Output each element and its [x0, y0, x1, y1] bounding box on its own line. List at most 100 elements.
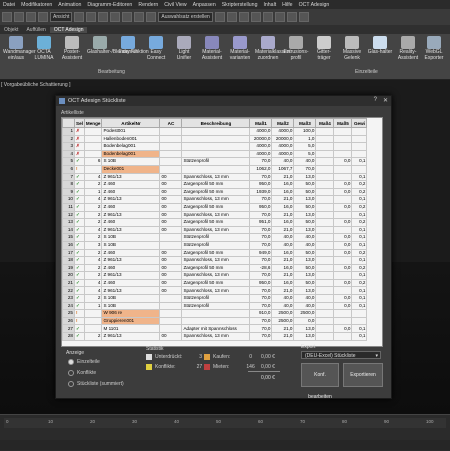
select-icon[interactable] [74, 12, 85, 22]
table-row[interactable]: 24 ✓ 1 S 10B Stützenprofil 70,0 40,0 40,0 0,0 0,1 [62, 301, 368, 311]
ok-icon[interactable]: ✓ [76, 182, 80, 187]
rotate-icon[interactable] [98, 12, 109, 22]
ribbon-button[interactable]: Extrusions-profil [283, 36, 309, 61]
konf-bearbeiten-button[interactable]: Konf. bearbeiten [301, 363, 339, 400]
material-editor-icon[interactable] [262, 12, 273, 22]
ok-icon[interactable]: ✓ [76, 333, 80, 338]
column-header[interactable]: AC [159, 118, 183, 128]
column-header[interactable] [62, 118, 75, 128]
ok-icon[interactable]: ✓ [76, 204, 80, 209]
column-header[interactable]: Menge [83, 118, 103, 128]
warning-icon[interactable]: ! [76, 166, 78, 171]
angle-snap-icon[interactable] [134, 12, 145, 22]
ribbon-tab[interactable]: Objekt [0, 27, 22, 33]
ok-icon[interactable]: ✓ [76, 235, 80, 240]
link-icon[interactable] [26, 12, 36, 22]
menu-item[interactable]: Civil View [161, 2, 189, 8]
radio-einzelteile[interactable]: Einzelteile [68, 359, 100, 365]
ok-icon[interactable]: ✓ [76, 197, 80, 202]
ribbon-button[interactable]: Poster-Assistent [59, 36, 85, 61]
ok-icon[interactable]: ✓ [76, 212, 80, 217]
ok-icon[interactable]: ✓ [76, 250, 80, 255]
menu-item[interactable]: Diagramm-Editoren [84, 2, 135, 8]
ribbon-button[interactable]: WebGL Exporter [421, 36, 447, 61]
time-ruler[interactable]: 0 10 20 30 40 50 60 70 80 90 100 [4, 418, 446, 428]
layer-icon[interactable] [238, 12, 249, 22]
table-row[interactable]: 4 ✗ Bodenbelag001 4000,0 4000,0 5,0 [62, 149, 368, 159]
warning-icon[interactable]: ! [76, 311, 78, 316]
ok-icon[interactable]: ✓ [76, 280, 80, 285]
ribbon-button[interactable]: Materialklassen zuordnen [255, 36, 290, 61]
render-icon[interactable] [298, 12, 309, 22]
table-row[interactable]: 28 ✓ 2 Z 961/13 00 Spannschloss, 13 mm 70,0 21,… [62, 332, 368, 341]
warning-icon[interactable]: ! [76, 318, 78, 323]
table-row[interactable]: 19 ✓ 2 Z 460 00 Zargenprofil 50 mm -28,6 16,0 50… [62, 263, 368, 273]
table-row[interactable]: 5 ✓ 6 S 10B Stützenprofil 70,0 40,0 40,0 0,0 0,1 [62, 157, 368, 166]
menu-item[interactable]: Datei [0, 2, 18, 8]
dialog-titlebar[interactable]: OCT Adesign Stückliste [56, 96, 391, 106]
ok-icon[interactable]: ✓ [76, 296, 80, 301]
table-row[interactable]: 6! Decke001 1062,0 1067,7 70,0 [62, 164, 368, 174]
ok-icon[interactable]: ✓ [76, 242, 80, 247]
table-row[interactable]: 25! W 906 re 910,0 2500,0 2500,0 [62, 309, 368, 318]
table-row[interactable]: 9 ✓ 1 Z 460 00 Zargenprofil 50 mm 1939,0 16,0 50… [62, 187, 368, 197]
table-row[interactable]: 8 ✓ 2 Z 460 00 Zargenprofil 50 mm 950,0 16,0 50,… [62, 180, 368, 189]
ribbon-button[interactable]: Glashalter-/Blendenfunktion [87, 36, 149, 56]
percent-snap-icon[interactable] [146, 12, 157, 22]
align-icon[interactable] [226, 12, 237, 22]
table-row[interactable]: 12 ✓ 2 Z 961/13 00 Spannschloss, 13 mm 70,0 21,… [62, 210, 368, 220]
ok-icon[interactable]: ✓ [76, 288, 80, 293]
menu-item[interactable]: Anpassen [190, 2, 219, 8]
undo-icon[interactable] [2, 12, 12, 22]
ribbon-button[interactable]: Easy Fill [115, 36, 141, 56]
column-header[interactable]: Sel [74, 118, 85, 128]
menu-item[interactable]: OCT Adesign [296, 2, 333, 8]
selection-set-select[interactable]: Auswahlsatz erstellen [158, 12, 213, 22]
snap-icon[interactable] [122, 12, 133, 22]
ok-icon[interactable]: ✓ [76, 227, 80, 232]
ribbon-button[interactable]: Material-varianten [227, 36, 253, 61]
suppressed-icon[interactable]: ✗ [76, 136, 80, 141]
column-header[interactable]: ArtikelNr [101, 118, 161, 128]
ribbon-button[interactable]: OCTA LUMINA [31, 36, 57, 61]
ribbon-button[interactable]: Wandmanager ein/aus [3, 36, 36, 61]
scale-icon[interactable] [110, 12, 121, 22]
redo-icon[interactable] [14, 12, 24, 22]
radio-konflikte[interactable]: Konflikte [68, 370, 96, 376]
menu-item[interactable]: Animation [55, 2, 84, 8]
suppressed-icon[interactable]: ✗ [76, 144, 80, 149]
ribbon-button[interactable]: Glas-halter [367, 36, 393, 56]
table-row[interactable]: 27 ✓ M 1101 Adapter mit Spannschloss 70,0 21,… [62, 324, 368, 334]
column-header[interactable]: Maß2 [271, 118, 295, 128]
table-row[interactable]: 1 ✗ Podest001 4000,0 4000,0 100,0 [62, 127, 368, 136]
ok-icon[interactable]: ✓ [76, 265, 80, 270]
table-row[interactable]: 26! Gruppieren001 70,0 2500,0 0,0 [62, 316, 368, 326]
column-header[interactable]: Beschreibung [181, 118, 251, 128]
menu-item[interactable]: Inhalt [260, 2, 279, 8]
table-row[interactable]: 10 ✓ 4 Z 961/13 00 Spannschloss, 13 mm 70,0 21,… [62, 195, 368, 204]
table-row[interactable]: 21 ✓ 4 Z 460 00 Zargenprofil 50 mm 950,0 16,0 50… [62, 278, 368, 288]
ribbon-tab[interactable]: Auffüllen [22, 27, 49, 33]
ok-icon[interactable]: ✓ [76, 303, 80, 308]
table-row[interactable]: 23 ✓ 2 S 10B Stützenprofil 70,0 40,0 40,0 0,0 0,1 [62, 294, 368, 303]
ribbon-button[interactable]: Gitter-träger [311, 36, 337, 61]
menu-item[interactable]: Hilfe [279, 2, 295, 8]
table-row[interactable]: 2 ✗ Hallenboden001 20000,0 20000,0 1,0 [62, 134, 368, 144]
table-row[interactable]: 20 ✓ 2 Z 961/13 00 Spannschloss, 13 mm 70,0 21,… [62, 271, 368, 280]
help-icon[interactable]: ? [374, 97, 377, 103]
mirror-icon[interactable] [214, 12, 225, 22]
table-row[interactable]: 11 ✓ 2 Z 460 00 Zargenprofil 50 mm 950,0 16,0 50… [62, 202, 368, 212]
ok-icon[interactable]: ✓ [76, 159, 80, 164]
ribbon-button[interactable]: Material-Assistent [199, 36, 225, 61]
view-select[interactable]: Ansicht [50, 12, 73, 22]
ok-icon[interactable]: ✓ [76, 189, 80, 194]
suppressed-icon[interactable]: ✗ [76, 128, 80, 133]
ribbon-button[interactable]: Reality-Assistent [395, 36, 421, 61]
ok-icon[interactable]: ✓ [76, 174, 80, 179]
ribbon-button[interactable]: Easy Connect [143, 36, 169, 61]
column-header[interactable]: Maß5 [333, 118, 353, 128]
unlink-icon[interactable] [38, 12, 48, 22]
curve-editor-icon[interactable] [250, 12, 261, 22]
ok-icon[interactable]: ✓ [76, 273, 80, 278]
ok-icon[interactable]: ✓ [76, 326, 80, 331]
